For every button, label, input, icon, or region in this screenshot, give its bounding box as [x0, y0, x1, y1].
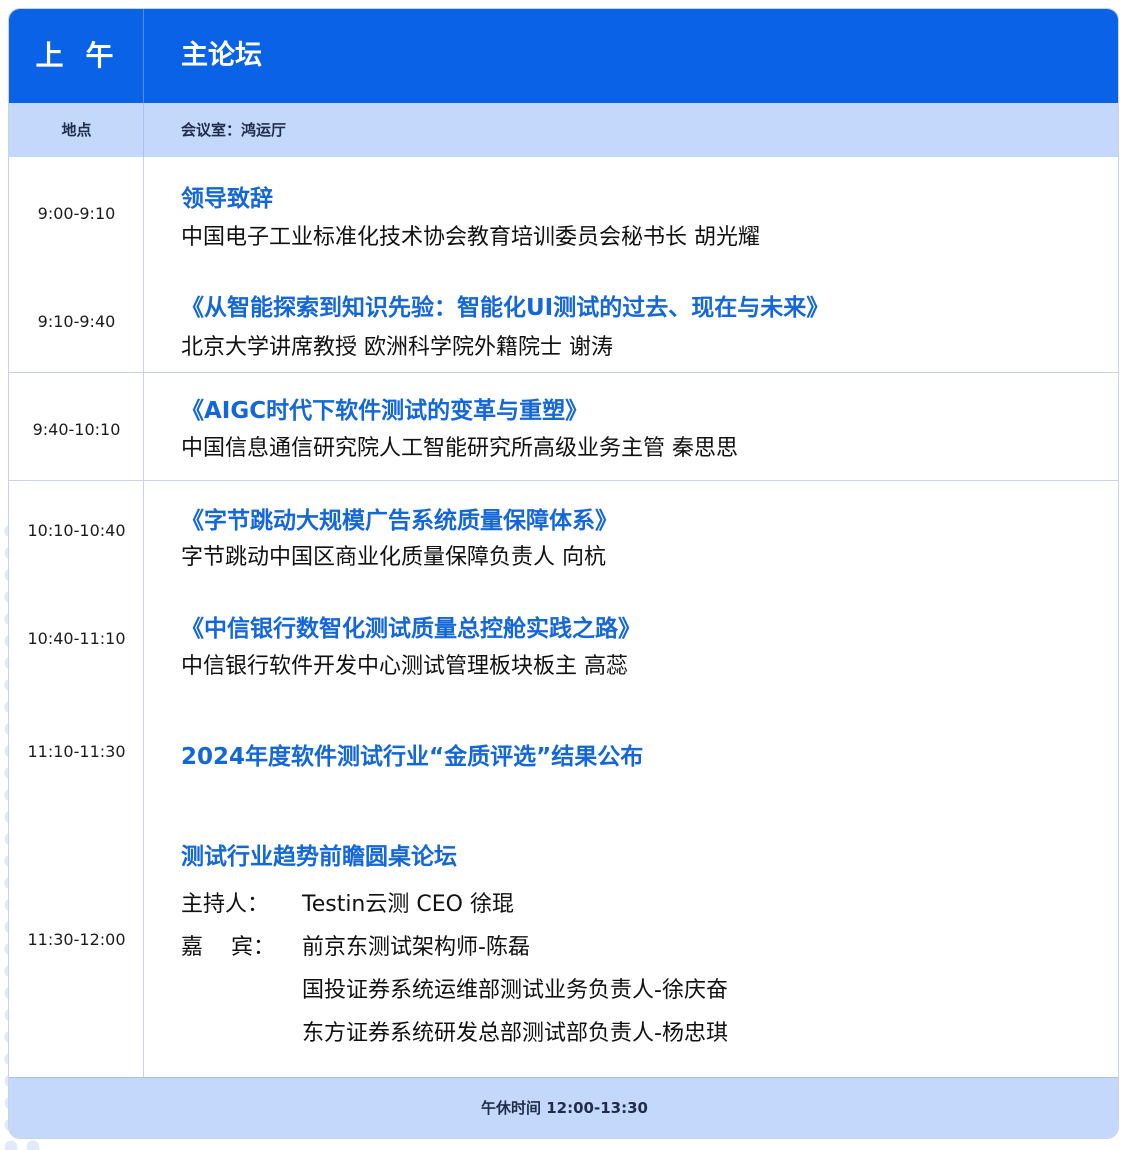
schedule-header: 上午 主论坛	[9, 9, 1118, 103]
time-column	[9, 157, 144, 372]
session-title: 《中信银行数智化测试质量总控舱实践之路》	[181, 616, 641, 642]
time-slot: 9:40-10:10	[32, 420, 121, 439]
host-label: 主持人：	[181, 892, 270, 917]
guest-name: 前京东测试架构师-陈磊	[302, 935, 530, 960]
time-slot: 9:10-9:40	[37, 312, 116, 331]
host-name: Testin云测 CEO 徐琨	[302, 892, 514, 917]
schedule-section: 10:10-10:40 《字节跳动大规模广告系统质量保障体系》 字节跳动中国区商…	[9, 481, 1118, 1077]
guest-label: 嘉 宾：	[181, 935, 275, 960]
lunch-break-text: 午休时间 12:00-13:30	[481, 1099, 648, 1117]
time-slot: 10:10-10:40	[27, 521, 126, 540]
period-label: 上午	[35, 39, 136, 72]
session-title: 测试行业趋势前瞻圆桌论坛	[181, 844, 457, 870]
session-speaker: 中信银行软件开发中心测试管理板块板主 高蕊	[181, 654, 628, 679]
forum-title: 主论坛	[181, 40, 262, 71]
venue-value: 会议室：鸿运厅	[181, 121, 287, 139]
session-title: 《AIGC时代下软件测试的变革与重塑》	[181, 398, 589, 424]
schedule-section: 9:40-10:10 《AIGC时代下软件测试的变革与重塑》 中国信息通信研究院…	[9, 373, 1118, 481]
venue-label: 地点	[61, 121, 92, 139]
session-title: 2024年度软件测试行业“金质评选”结果公布	[181, 744, 644, 770]
session-speaker: 字节跳动中国区商业化质量保障负责人 向杭	[181, 545, 606, 570]
time-slot: 11:10-11:30	[27, 742, 126, 761]
session-title: 《从智能探索到知识先验：智能化UI测试的过去、现在与未来》	[181, 295, 830, 321]
session-speaker: 北京大学讲席教授 欧洲科学院外籍院士 谢涛	[181, 335, 613, 360]
guest-name: 东方证券系统研发总部测试部负责人-杨忠琪	[302, 1021, 728, 1046]
schedule-card: 上午 主论坛 地点 会议室：鸿运厅 9:00-9:10 领导致辞 中国电子工业标…	[8, 8, 1119, 1139]
session-title: 领导致辞	[181, 186, 273, 212]
session-speaker: 中国信息通信研究院人工智能研究所高级业务主管 秦思思	[181, 436, 738, 461]
lunch-break-row: 午休时间 12:00-13:30	[9, 1077, 1118, 1138]
time-slot: 9:00-9:10	[37, 204, 116, 223]
time-slot: 10:40-11:10	[27, 629, 126, 648]
schedule-section: 9:00-9:10 领导致辞 中国电子工业标准化技术协会教育培训委员会秘书长 胡…	[9, 157, 1118, 373]
guest-name: 国投证券系统运维部测试业务负责人-徐庆奋	[302, 978, 728, 1003]
session-title: 《字节跳动大规模广告系统质量保障体系》	[181, 508, 618, 534]
time-column	[9, 481, 144, 1077]
venue-row: 地点 会议室：鸿运厅	[9, 103, 1118, 157]
session-speaker: 中国电子工业标准化技术协会教育培训委员会秘书长 胡光耀	[181, 225, 760, 250]
time-slot: 11:30-12:00	[27, 930, 126, 949]
